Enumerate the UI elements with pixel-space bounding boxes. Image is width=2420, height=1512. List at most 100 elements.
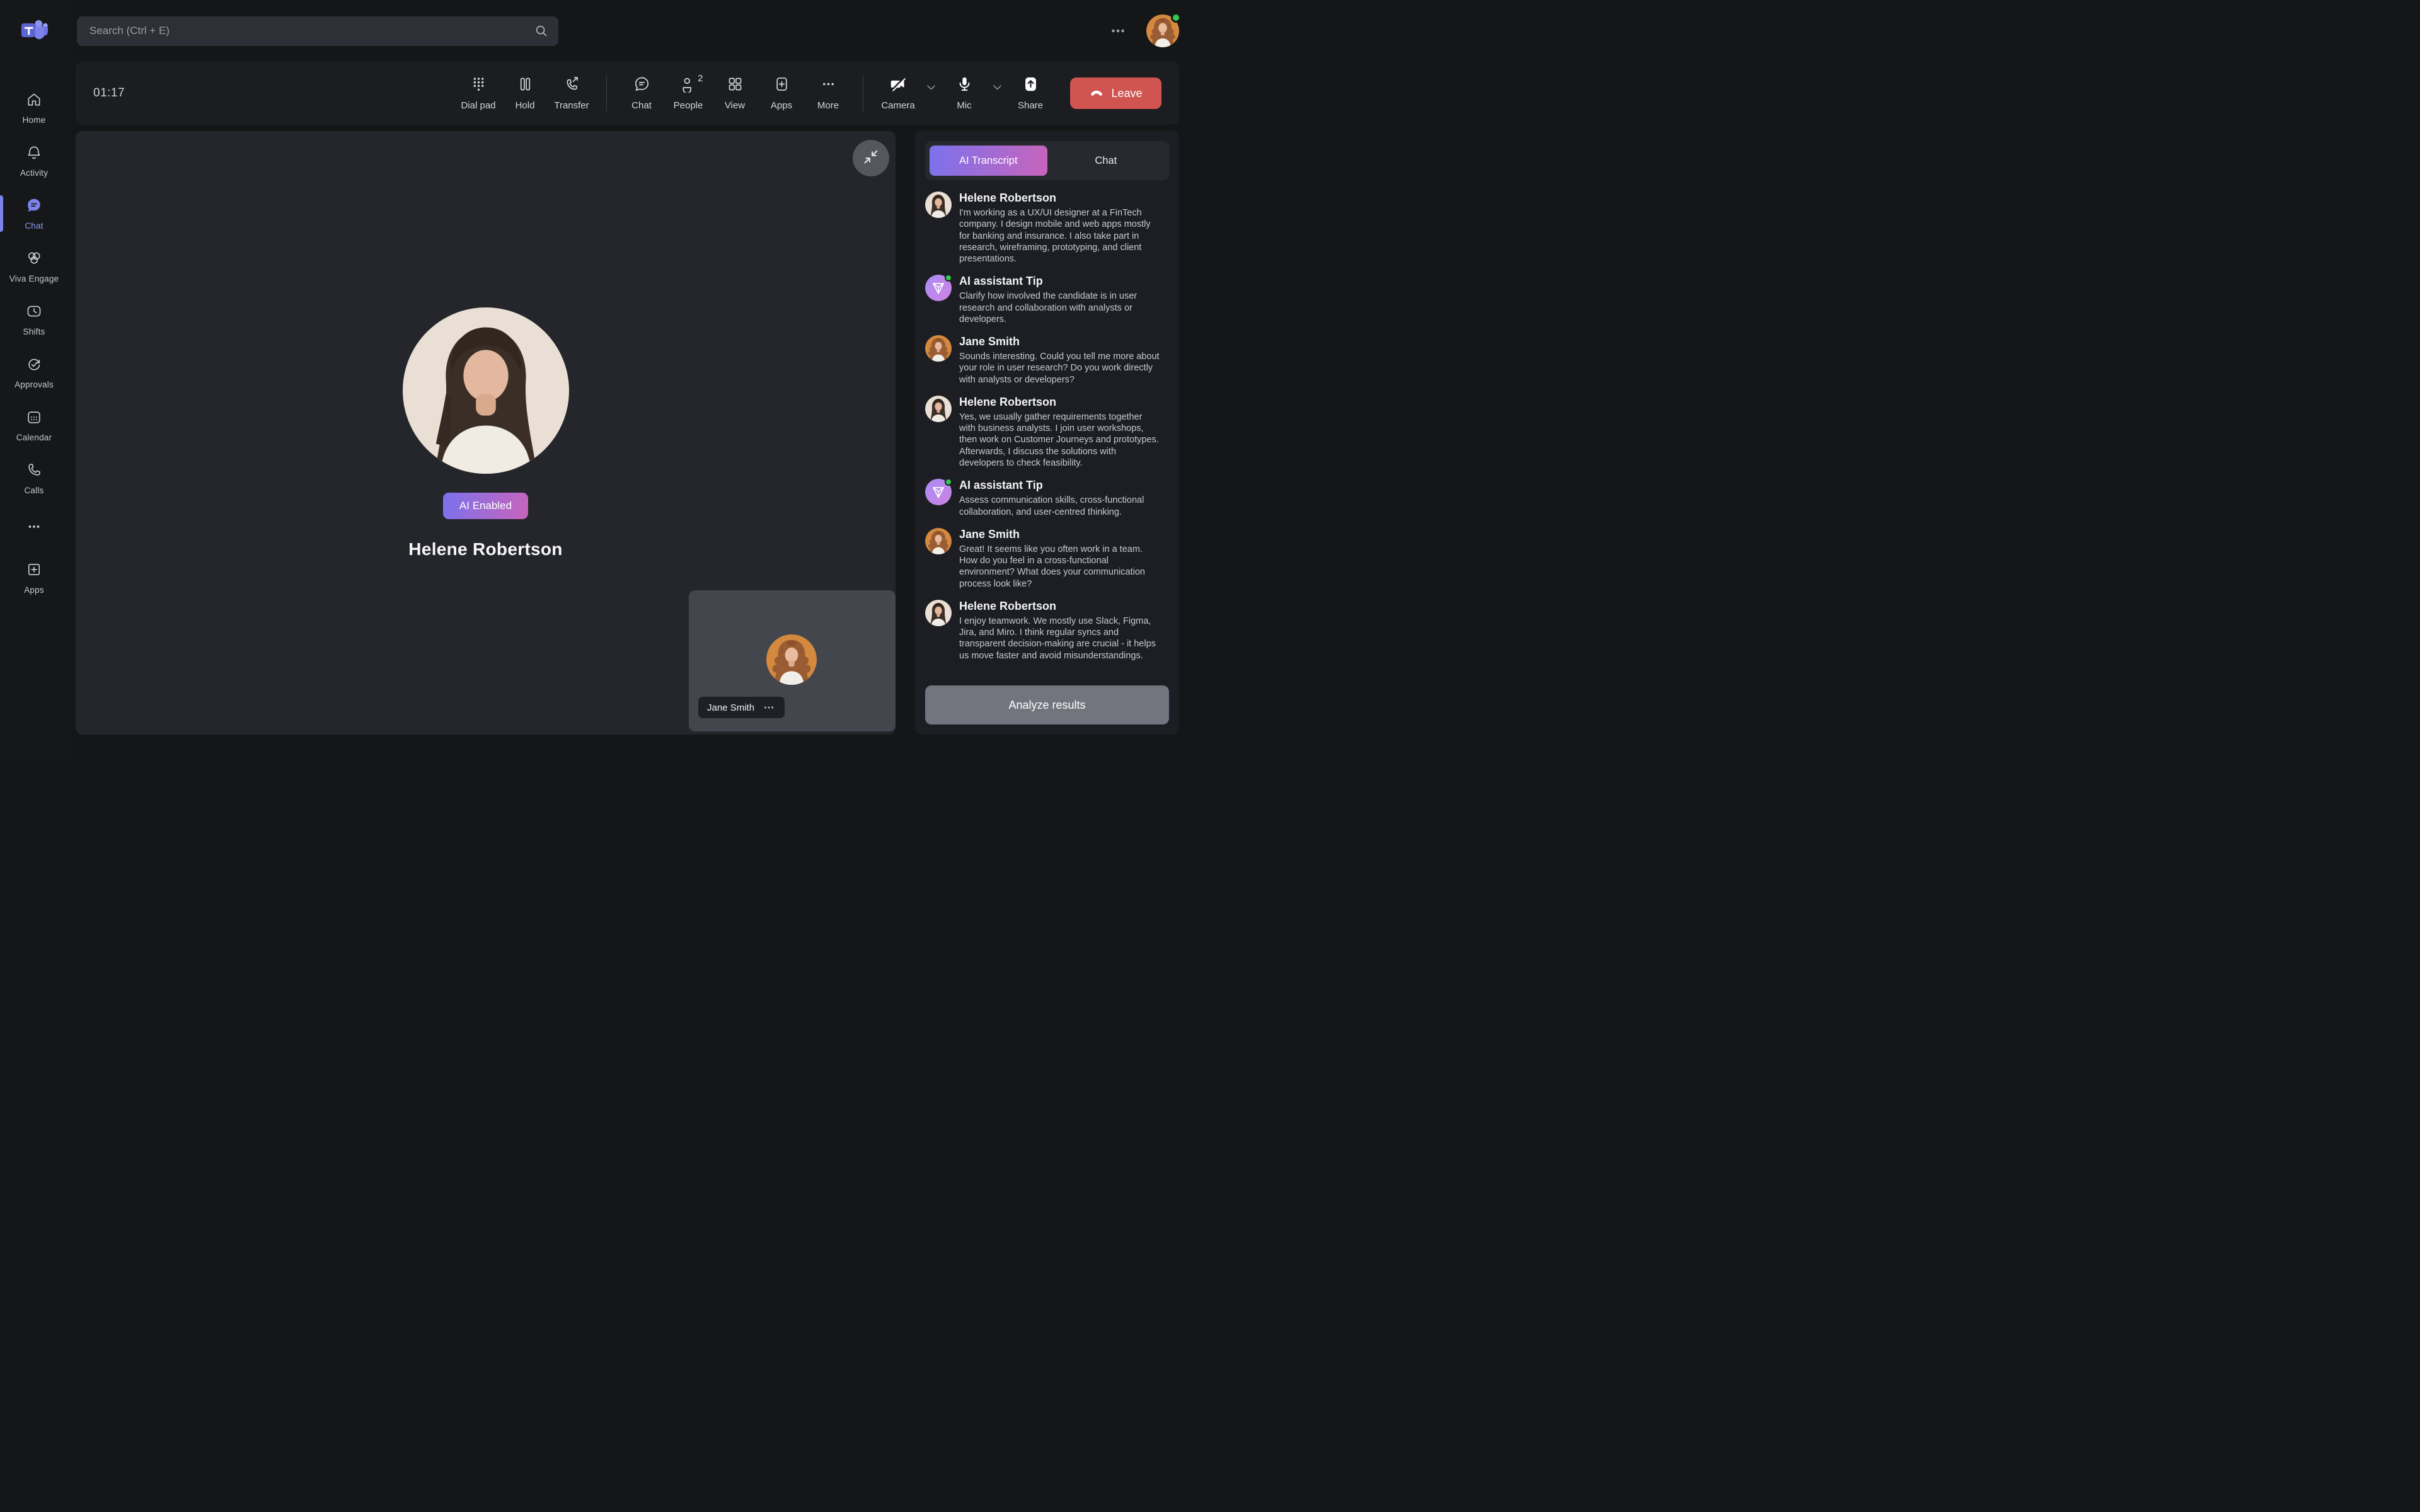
hold-button[interactable]: Hold	[502, 76, 548, 111]
sidebar-item-chat[interactable]: Chat	[0, 187, 68, 240]
analyze-results-button[interactable]: Analyze results	[925, 685, 1169, 724]
toolbar-divider	[606, 75, 607, 112]
message-speaker: Jane Smith	[959, 335, 1160, 348]
grid-view-icon	[727, 76, 744, 96]
approvals-icon	[26, 356, 42, 375]
sidebar-item-home[interactable]: Home	[0, 81, 68, 134]
message-text: I'm working as a UX/UI designer at a Fin…	[959, 207, 1160, 265]
ai-enabled-badge: AI Enabled	[443, 493, 528, 519]
user-avatar[interactable]	[1146, 14, 1179, 47]
share-button[interactable]: Share	[1007, 76, 1054, 111]
transcript-message: Jane Smith Great! It seems like you ofte…	[925, 528, 1160, 590]
button-label: Apps	[771, 100, 792, 111]
mic-button[interactable]: Mic	[941, 76, 988, 111]
tab-chat[interactable]: Chat	[1047, 146, 1165, 176]
message-text: Assess communication skills, cross-funct…	[959, 495, 1160, 518]
call-toolbar: 01:17 Dial pad Hold Transfer	[76, 62, 1179, 125]
button-label: View	[725, 100, 745, 111]
ai-online-dot	[945, 274, 952, 282]
collapse-arrows-icon	[861, 147, 880, 169]
camera-options-chevron[interactable]	[925, 81, 937, 93]
sidebar-nav: Home Activity Chat Viva Engage	[0, 81, 68, 505]
bell-icon	[26, 144, 42, 164]
chat-toggle-button[interactable]: Chat	[618, 76, 665, 111]
panel-tabs: AI Transcript Chat	[925, 141, 1169, 180]
teams-logo-icon[interactable]	[20, 16, 48, 47]
sidebar-item-approvals[interactable]: Approvals	[0, 346, 68, 399]
search-box	[77, 16, 558, 46]
sidebar-item-label: Approvals	[14, 380, 54, 389]
chat-bubble-icon	[633, 76, 650, 96]
sidebar-item-apps[interactable]: Apps	[24, 551, 44, 604]
apps-button[interactable]: Apps	[758, 76, 805, 111]
tab-label: Chat	[1095, 155, 1117, 167]
jane-avatar-image	[925, 335, 952, 362]
sidebar-item-label: Shifts	[23, 327, 45, 336]
mic-icon	[956, 76, 973, 96]
helene-avatar-image	[403, 307, 569, 474]
sidebar-item-label: Home	[23, 115, 46, 125]
self-view-tile[interactable]: Jane Smith	[689, 590, 896, 731]
transcript-message: Helene Robertson I'm working as a UX/UI …	[925, 192, 1160, 265]
tab-ai-transcript[interactable]: AI Transcript	[930, 146, 1047, 176]
transcript-message: Helene Robertson Yes, we usually gather …	[925, 396, 1160, 469]
people-button[interactable]: 2 People	[665, 76, 712, 111]
phone-icon	[26, 462, 42, 481]
jane-avatar-image	[925, 528, 952, 554]
button-label: More	[817, 100, 839, 111]
camera-button[interactable]: Camera	[875, 76, 921, 111]
button-label: Share	[1018, 100, 1043, 111]
helene-avatar-image	[925, 600, 952, 626]
sidebar-overflow-button[interactable]	[26, 513, 42, 542]
sidebar-item-calendar[interactable]: Calendar	[0, 399, 68, 452]
message-speaker: Helene Robertson	[959, 396, 1160, 409]
transcript-message: AI assistant Tip Assess communication sk…	[925, 479, 1160, 518]
transcript-messages: Helene Robertson I'm working as a UX/UI …	[925, 192, 1169, 677]
sidebar-item-label: Apps	[24, 585, 44, 595]
hold-icon	[517, 76, 534, 96]
search-icon	[534, 24, 548, 38]
sidebar-item-label: Chat	[25, 221, 43, 231]
call-content: AI Enabled Helene Robertson Jane Smith	[76, 131, 1179, 735]
message-speaker: Jane Smith	[959, 528, 1160, 541]
leave-label: Leave	[1111, 87, 1142, 100]
ellipsis-icon	[26, 518, 42, 538]
sidebar-item-label: Calendar	[16, 433, 52, 442]
view-button[interactable]: View	[712, 76, 758, 111]
message-text: Sounds interesting. Could you tell me mo…	[959, 351, 1160, 386]
sidebar-item-viva-engage[interactable]: Viva Engage	[0, 240, 68, 293]
button-label: Chat	[631, 100, 652, 111]
ai-online-dot	[945, 478, 952, 486]
sidebar-item-calls[interactable]: Calls	[0, 452, 68, 505]
ellipsis-icon	[820, 76, 837, 96]
collapse-view-button[interactable]	[853, 140, 889, 176]
sidebar-item-label: Activity	[20, 168, 48, 178]
app-sidebar: Home Activity Chat Viva Engage	[0, 0, 68, 756]
sidebar-item-label: Calls	[24, 486, 43, 495]
people-icon: 2	[680, 76, 697, 96]
ai-assistant-avatar	[925, 479, 952, 505]
top-overflow-button[interactable]	[1109, 21, 1127, 40]
tab-label: AI Transcript	[959, 155, 1018, 167]
search-input[interactable]	[77, 16, 558, 46]
transfer-call-icon	[563, 76, 580, 96]
message-speaker: AI assistant Tip	[959, 479, 1160, 492]
sidebar-item-activity[interactable]: Activity	[0, 134, 68, 187]
shifts-clock-icon	[26, 303, 42, 323]
call-stage: AI Enabled Helene Robertson Jane Smith	[76, 131, 896, 735]
message-text: Clarify how involved the candidate is in…	[959, 290, 1160, 325]
calendar-icon	[26, 409, 42, 428]
transfer-button[interactable]: Transfer	[548, 76, 595, 111]
transcript-message: Jane Smith Sounds interesting. Could you…	[925, 335, 1160, 386]
leave-call-button[interactable]: Leave	[1070, 77, 1161, 109]
helene-avatar-image	[925, 192, 952, 218]
main-area: 01:17 Dial pad Hold Transfer	[68, 0, 1210, 756]
sidebar-item-shifts[interactable]: Shifts	[0, 293, 68, 346]
more-button[interactable]: More	[805, 76, 851, 111]
home-icon	[26, 91, 42, 111]
active-speaker: AI Enabled Helene Robertson	[403, 307, 569, 559]
presence-dot	[1171, 13, 1181, 23]
dial-pad-button[interactable]: Dial pad	[455, 76, 502, 111]
mic-options-chevron[interactable]	[991, 81, 1003, 93]
pip-options-button[interactable]	[762, 701, 776, 714]
